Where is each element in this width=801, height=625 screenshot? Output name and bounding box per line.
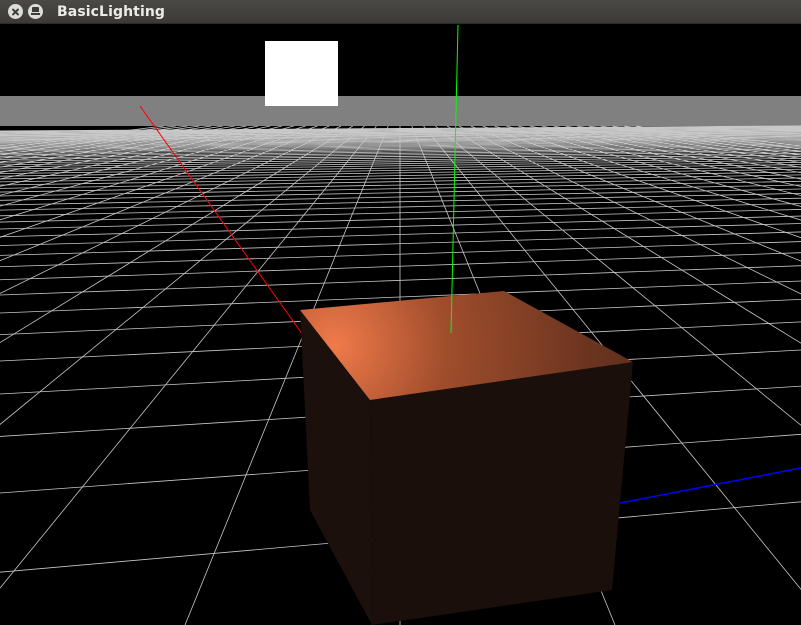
3d-viewport[interactable] [0,25,801,625]
window-title: BasicLighting [57,3,166,20]
application-window: BasicLighting [0,0,801,625]
minimize-icon[interactable] [28,4,43,19]
close-icon[interactable] [8,4,23,19]
scene-canvas [0,25,801,625]
cube [300,291,633,625]
title-bar: BasicLighting [0,0,801,24]
cube-front-face [370,362,633,625]
light-source [265,41,338,106]
horizon-band [0,96,801,126]
